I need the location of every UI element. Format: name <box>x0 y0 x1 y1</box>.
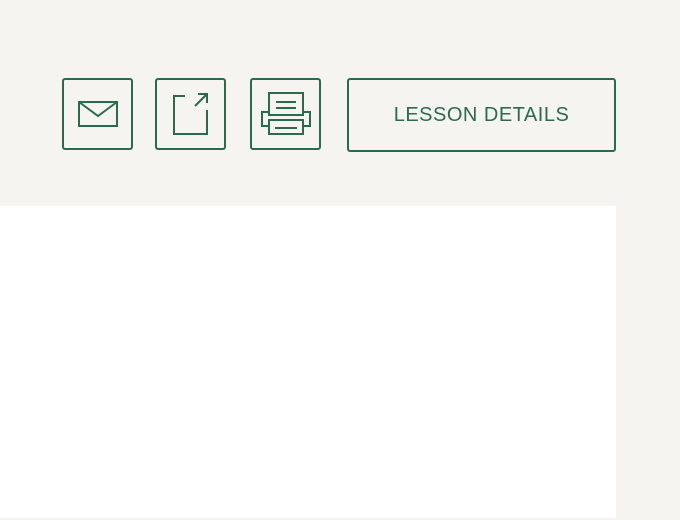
print-button[interactable] <box>250 78 321 150</box>
lesson-details-label: LESSON DETAILS <box>393 103 570 126</box>
content-panel <box>0 206 616 518</box>
email-button[interactable] <box>62 78 133 150</box>
open-external-button[interactable] <box>155 78 226 150</box>
envelope-icon <box>77 100 118 128</box>
external-link-icon <box>172 92 209 136</box>
printer-icon <box>260 92 311 136</box>
page: LESSON DETAILS <box>0 0 680 520</box>
lesson-details-button[interactable]: LESSON DETAILS <box>347 78 616 152</box>
